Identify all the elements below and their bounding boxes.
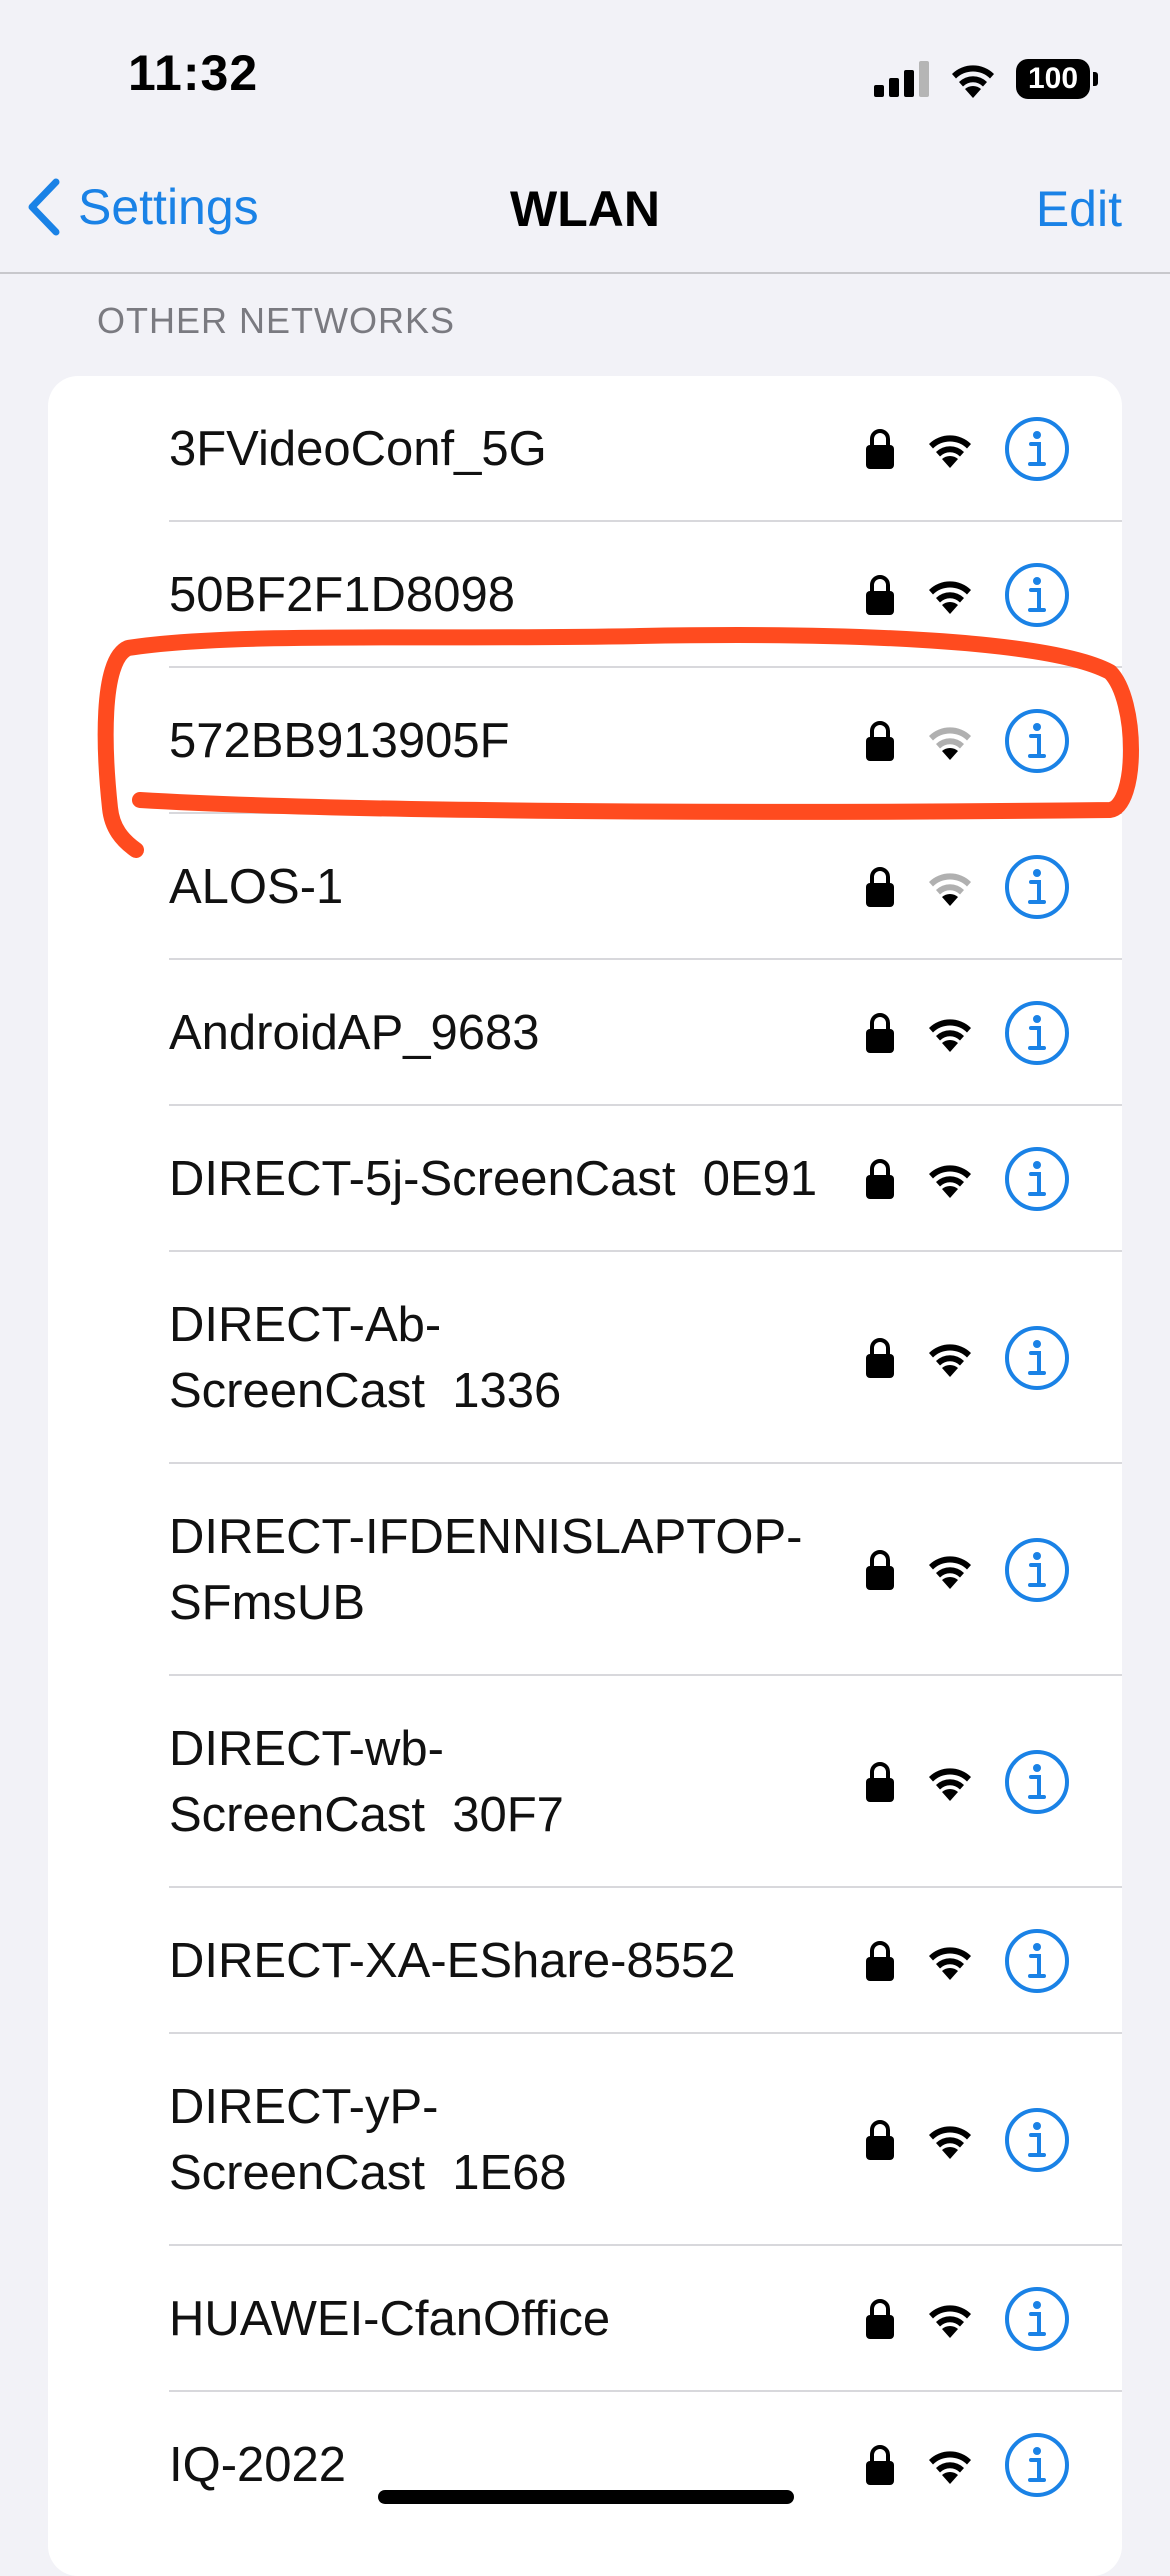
info-button[interactable]: [1004, 1325, 1070, 1391]
wifi-signal-icon: [929, 1947, 971, 1980]
lock-icon: [866, 2120, 894, 2160]
network-row[interactable]: DIRECT-yP- ScreenCast 1E68: [48, 2034, 1122, 2246]
network-name: DIRECT-5j-ScreenCast 0E91: [169, 1146, 817, 1212]
network-name: 572BB913905F: [169, 708, 510, 774]
lock-icon: [866, 867, 894, 907]
network-row[interactable]: DIRECT-5j-ScreenCast 0E91: [48, 1106, 1122, 1252]
section-header: OTHER NETWORKS: [97, 300, 456, 341]
info-button[interactable]: [1004, 2107, 1070, 2173]
network-name-line: ScreenCast 1E68: [169, 2146, 567, 2200]
lock-icon: [866, 1762, 894, 1802]
lock-icon: [866, 2299, 894, 2339]
network-name-line: DIRECT-5j-ScreenCast 0E91: [169, 1152, 818, 1206]
lock-icon: [866, 1550, 894, 1590]
network-row[interactable]: ALOS-1: [48, 814, 1122, 960]
network-row[interactable]: 3FVideoConf_5G: [48, 376, 1122, 522]
wifi-signal-icon: [929, 1556, 971, 1589]
status-bar: 11:32 100: [0, 0, 1170, 150]
cellular-signal-icon: [874, 61, 929, 97]
network-name-line: HUAWEI-CfanOffice: [169, 2292, 611, 2346]
wifi-signal-icon: [929, 1344, 971, 1377]
network-name: DIRECT-Ab- ScreenCast 1336: [169, 1292, 561, 1424]
wifi-signal-icon: [929, 1019, 971, 1052]
network-row[interactable]: 50BF2F1D8098: [48, 522, 1122, 668]
status-icons: 100: [874, 54, 1098, 104]
wifi-signal-icon: [929, 2305, 971, 2338]
info-button[interactable]: [1004, 1537, 1070, 1603]
network-name-line: ALOS-1: [169, 860, 344, 914]
lock-icon: [866, 721, 894, 761]
network-name: HUAWEI-CfanOffice: [169, 2286, 610, 2352]
network-name: DIRECT-yP- ScreenCast 1E68: [169, 2074, 567, 2206]
info-button[interactable]: [1004, 2432, 1070, 2498]
wifi-signal-icon: [929, 2451, 971, 2484]
network-row[interactable]: DIRECT-wb- ScreenCast 30F7: [48, 1676, 1122, 1888]
network-name-line: ScreenCast 30F7: [169, 1788, 564, 1842]
navigation-bar: Settings WLAN Edit: [0, 150, 1170, 274]
wifi-signal-icon: [929, 727, 971, 760]
lock-icon: [866, 1941, 894, 1981]
network-name: DIRECT-IFDENNISLAPTOP- SFmsUB: [169, 1504, 802, 1636]
info-button[interactable]: [1004, 1749, 1070, 1815]
battery-icon: 100: [1016, 59, 1098, 99]
network-list: 3FVideoConf_5G 50BF2F1D8098 572BB913905F AL…: [48, 376, 1122, 2576]
network-row[interactable]: DIRECT-IFDENNISLAPTOP- SFmsUB: [48, 1464, 1122, 1676]
network-name-line: DIRECT-XA-EShare-8552: [169, 1934, 736, 1988]
network-row[interactable]: 572BB913905F: [48, 668, 1122, 814]
network-name-line: DIRECT-IFDENNISLAPTOP-: [169, 1510, 803, 1564]
status-time: 11:32: [128, 45, 259, 101]
wifi-signal-icon: [929, 873, 971, 906]
network-name: IQ-2022: [169, 2432, 346, 2498]
lock-icon: [866, 2445, 894, 2485]
network-name: DIRECT-XA-EShare-8552: [169, 1928, 735, 1994]
network-name-line: 572BB913905F: [169, 714, 510, 768]
network-name-line: DIRECT-wb-: [169, 1722, 444, 1776]
wifi-signal-icon: [929, 1165, 971, 1198]
network-row[interactable]: HUAWEI-CfanOffice: [48, 2246, 1122, 2392]
network-name: 50BF2F1D8098: [169, 562, 515, 628]
home-indicator: [378, 2490, 794, 2504]
wifi-status-icon: [952, 65, 994, 98]
network-row[interactable]: DIRECT-XA-EShare-8552: [48, 1888, 1122, 2034]
info-button[interactable]: [1004, 708, 1070, 774]
wifi-signal-icon: [929, 1768, 971, 1801]
network-name: DIRECT-wb- ScreenCast 30F7: [169, 1716, 564, 1848]
page-title: WLAN: [510, 181, 660, 237]
network-name: ALOS-1: [169, 854, 343, 920]
network-name-line: AndroidAP_9683: [169, 1006, 540, 1060]
network-name-line: DIRECT-Ab-: [169, 1298, 442, 1352]
network-row[interactable]: DIRECT-Ab- ScreenCast 1336: [48, 1252, 1122, 1464]
network-name-line: 50BF2F1D8098: [169, 568, 515, 622]
wifi-signal-icon: [929, 581, 971, 614]
lock-icon: [866, 1013, 894, 1053]
lock-icon: [866, 429, 894, 469]
network-name-line: ScreenCast 1336: [169, 1364, 562, 1418]
info-button[interactable]: [1004, 1146, 1070, 1212]
network-name: AndroidAP_9683: [169, 1000, 540, 1066]
network-name-line: 3FVideoConf_5G: [169, 422, 547, 476]
info-button[interactable]: [1004, 1000, 1070, 1066]
network-row[interactable]: AndroidAP_9683: [48, 960, 1122, 1106]
wifi-signal-icon: [929, 435, 971, 468]
info-button[interactable]: [1004, 854, 1070, 920]
info-button[interactable]: [1004, 562, 1070, 628]
network-name-line: DIRECT-yP-: [169, 2080, 439, 2134]
network-name-line: IQ-2022: [169, 2438, 347, 2492]
lock-icon: [866, 575, 894, 615]
lock-icon: [866, 1159, 894, 1199]
wifi-signal-icon: [929, 2126, 971, 2159]
network-name-line: SFmsUB: [169, 1576, 365, 1630]
network-name: 3FVideoConf_5G: [169, 416, 547, 482]
info-button[interactable]: [1004, 1928, 1070, 1994]
info-button[interactable]: [1004, 416, 1070, 482]
lock-icon: [866, 1338, 894, 1378]
info-button[interactable]: [1004, 2286, 1070, 2352]
network-row[interactable]: IQ-2022: [48, 2392, 1122, 2538]
edit-button[interactable]: Edit: [1036, 180, 1122, 238]
